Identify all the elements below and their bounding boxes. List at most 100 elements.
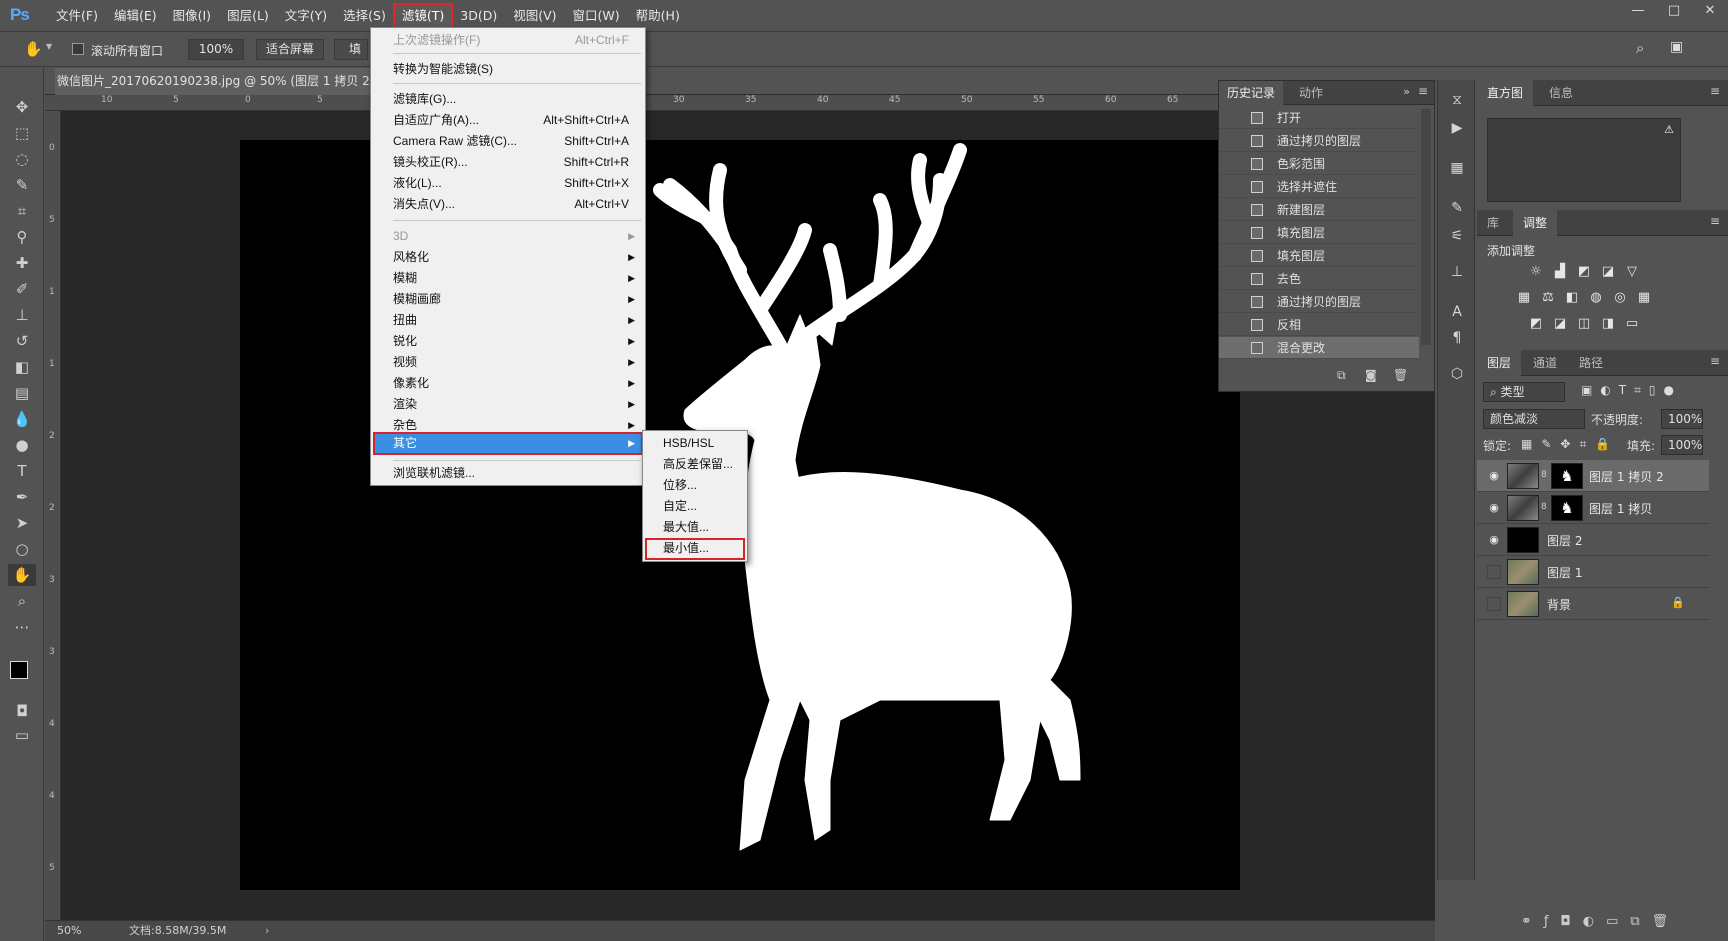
vibrance-icon[interactable]: ▽ — [1623, 264, 1641, 280]
zoom-level[interactable]: 50% — [57, 921, 81, 941]
layer-row[interactable]: ◉ 图层 2 — [1477, 524, 1709, 556]
paragraph-panel-icon[interactable]: ¶ — [1447, 328, 1467, 348]
pen-tool-icon[interactable]: ✒ — [8, 486, 36, 508]
tab-histogram[interactable]: 直方图 — [1477, 80, 1534, 106]
actions-panel-icon[interactable]: ▶ — [1447, 118, 1467, 138]
curves-icon[interactable]: ◩ — [1575, 264, 1593, 280]
menu-help[interactable]: 帮助(H) — [628, 4, 688, 28]
menu-file[interactable]: 文件(F) — [48, 4, 106, 28]
properties-panel-icon[interactable]: ▦ — [1447, 158, 1467, 178]
camera-icon[interactable]: ◙ — [1365, 368, 1377, 382]
brightness-contrast-icon[interactable]: ☼ — [1527, 264, 1545, 280]
panel-menu-icon[interactable]: ≡ — [1710, 214, 1720, 228]
menu-sharpen[interactable]: 锐化 ▶ — [373, 331, 643, 352]
eyedropper-tool-icon[interactable]: ⚲ — [8, 226, 36, 248]
history-brush-tool-icon[interactable]: ↺ — [8, 330, 36, 352]
menu-filter-gallery[interactable]: 滤镜库(G)... — [373, 89, 643, 110]
close-button[interactable]: ✕ — [1692, 0, 1728, 24]
history-item[interactable]: 选择并遮住 — [1219, 176, 1419, 198]
submenu-maximum[interactable]: 最大值... — [645, 517, 745, 538]
tab-layers[interactable]: 图层 — [1477, 350, 1522, 376]
more-tools-icon[interactable]: ⋯ — [8, 616, 36, 638]
visibility-eye-icon[interactable]: ◉ — [1487, 469, 1501, 483]
zoom-tool-icon[interactable]: ⌕ — [8, 590, 36, 612]
history-item[interactable]: 反相 — [1219, 314, 1419, 336]
menu-window[interactable]: 窗口(W) — [565, 4, 628, 28]
menu-filter[interactable]: 滤镜(T) — [392, 2, 454, 29]
menu-view[interactable]: 视图(V) — [505, 4, 564, 28]
blend-mode-dropdown[interactable]: 颜色减淡 — [1483, 409, 1585, 429]
hand-tool-icon[interactable]: ✋ — [24, 40, 46, 60]
link-icon[interactable]: 8 — [1541, 470, 1547, 480]
healing-brush-tool-icon[interactable]: ✚ — [8, 252, 36, 274]
layer-row[interactable]: 图层 1 — [1477, 556, 1709, 588]
gradient-tool-icon[interactable]: ▤ — [8, 382, 36, 404]
opacity-field[interactable]: 100% — [1661, 409, 1703, 429]
restore-button[interactable]: □ — [1656, 0, 1692, 24]
color-lookup-icon[interactable]: ▦ — [1635, 290, 1653, 306]
history-item[interactable]: 填充图层 — [1219, 222, 1419, 244]
layer-mask-thumbnail[interactable]: ♞ — [1551, 495, 1583, 521]
panel-menu-icon[interactable]: ≡ — [1418, 84, 1428, 98]
layer-footer-icons[interactable]: ⚭ƒ◘◐▭⧉🗑 — [1521, 914, 1680, 929]
panel-menu-icon[interactable]: ≡ — [1710, 354, 1720, 368]
visibility-eye-icon[interactable]: ◉ — [1487, 533, 1501, 547]
crop-tool-icon[interactable]: ⌗ — [8, 200, 36, 222]
photo-filter-icon[interactable]: ◍ — [1587, 290, 1605, 306]
layer-name[interactable]: 图层 1 — [1547, 564, 1582, 581]
history-scrollbar[interactable] — [1421, 109, 1431, 345]
history-item[interactable]: 填充图层 — [1219, 245, 1419, 267]
zoom-field[interactable]: 100% — [188, 39, 244, 60]
document-tab[interactable]: 微信图片_20170620190238.jpg @ 50% (图层 1 拷贝 2… — [55, 68, 385, 95]
menu-browse-online-filters[interactable]: 浏览联机滤镜... — [373, 463, 643, 484]
posterize-icon[interactable]: ◪ — [1551, 316, 1569, 332]
layer-filter-dropdown[interactable]: ⌕ 类型 — [1483, 382, 1565, 402]
menu-camera-raw[interactable]: Camera Raw 滤镜(C)... Shift+Ctrl+A — [373, 131, 643, 152]
layer-name[interactable]: 图层 2 — [1547, 532, 1582, 549]
menu-stylize[interactable]: 风格化 ▶ — [373, 247, 643, 268]
menu-type[interactable]: 文字(Y) — [277, 4, 335, 28]
visibility-eye-icon[interactable]: ◉ — [1487, 501, 1501, 515]
selective-color-icon[interactable]: ◨ — [1599, 316, 1617, 332]
lasso-tool-icon[interactable]: ◌ — [8, 148, 36, 170]
move-tool-icon[interactable]: ✥ — [8, 96, 36, 118]
path-select-tool-icon[interactable]: ➤ — [8, 512, 36, 534]
black-white-icon[interactable]: ◧ — [1563, 290, 1581, 306]
menu-other[interactable]: 其它 ▶ — [373, 432, 643, 455]
history-item[interactable]: 通过拷贝的图层 — [1219, 291, 1419, 313]
menu-liquify[interactable]: 液化(L)... Shift+Ctrl+X — [373, 173, 643, 194]
history-item[interactable]: 去色 — [1219, 268, 1419, 290]
layer-name[interactable]: 图层 1 拷贝 2 — [1589, 468, 1664, 485]
layer-row[interactable]: ◉ 8 ♞ 图层 1 拷贝 — [1477, 492, 1709, 524]
panel-menu-icon[interactable]: ≡ — [1710, 84, 1720, 98]
history-item[interactable]: 通过拷贝的图层 — [1219, 130, 1419, 152]
submenu-high-pass[interactable]: 高反差保留... — [645, 454, 745, 475]
workspace-icon[interactable]: ▣ — [1670, 39, 1683, 55]
layer-name[interactable]: 图层 1 拷贝 — [1589, 500, 1652, 517]
scroll-all-checkbox[interactable] — [72, 42, 84, 56]
menu-video[interactable]: 视频 ▶ — [373, 352, 643, 373]
shape-tool-icon[interactable]: ○ — [8, 538, 36, 560]
tab-adjustments[interactable]: 调整 — [1513, 210, 1558, 236]
tab-actions[interactable]: 动作 — [1291, 81, 1331, 105]
status-arrow-icon[interactable]: › — [265, 921, 269, 941]
visibility-toggle-empty[interactable] — [1487, 597, 1501, 611]
history-item[interactable]: 新建图层 — [1219, 199, 1419, 221]
layer-filter-icons[interactable]: ▣◐T⌗▯● — [1581, 383, 1682, 398]
menu-select[interactable]: 选择(S) — [335, 4, 394, 28]
submenu-custom[interactable]: 自定... — [645, 496, 745, 517]
history-panel-icon[interactable]: ⧖ — [1447, 90, 1467, 110]
hand-tool-icon[interactable]: ✋ — [8, 564, 36, 586]
history-item-current[interactable]: 混合更改 — [1219, 337, 1419, 359]
3d-panel-icon[interactable]: ⬡ — [1447, 364, 1467, 384]
menu-adaptive-wide-angle[interactable]: 自适应广角(A)... Alt+Shift+Ctrl+A — [373, 110, 643, 131]
menu-blur[interactable]: 模糊 ▶ — [373, 268, 643, 289]
fill-screen-button[interactable]: 填充 — [334, 39, 368, 60]
tab-channels[interactable]: 通道 — [1523, 350, 1567, 376]
invert-icon[interactable]: ◩ — [1527, 316, 1545, 332]
color-balance-icon[interactable]: ⚖ — [1539, 290, 1557, 306]
screen-mode-icon[interactable]: ▭ — [8, 724, 36, 746]
minimize-button[interactable]: — — [1620, 0, 1656, 24]
layer-row[interactable]: ◉ 8 ♞ 图层 1 拷贝 2 — [1477, 460, 1709, 492]
layer-name[interactable]: 背景 — [1547, 596, 1571, 613]
